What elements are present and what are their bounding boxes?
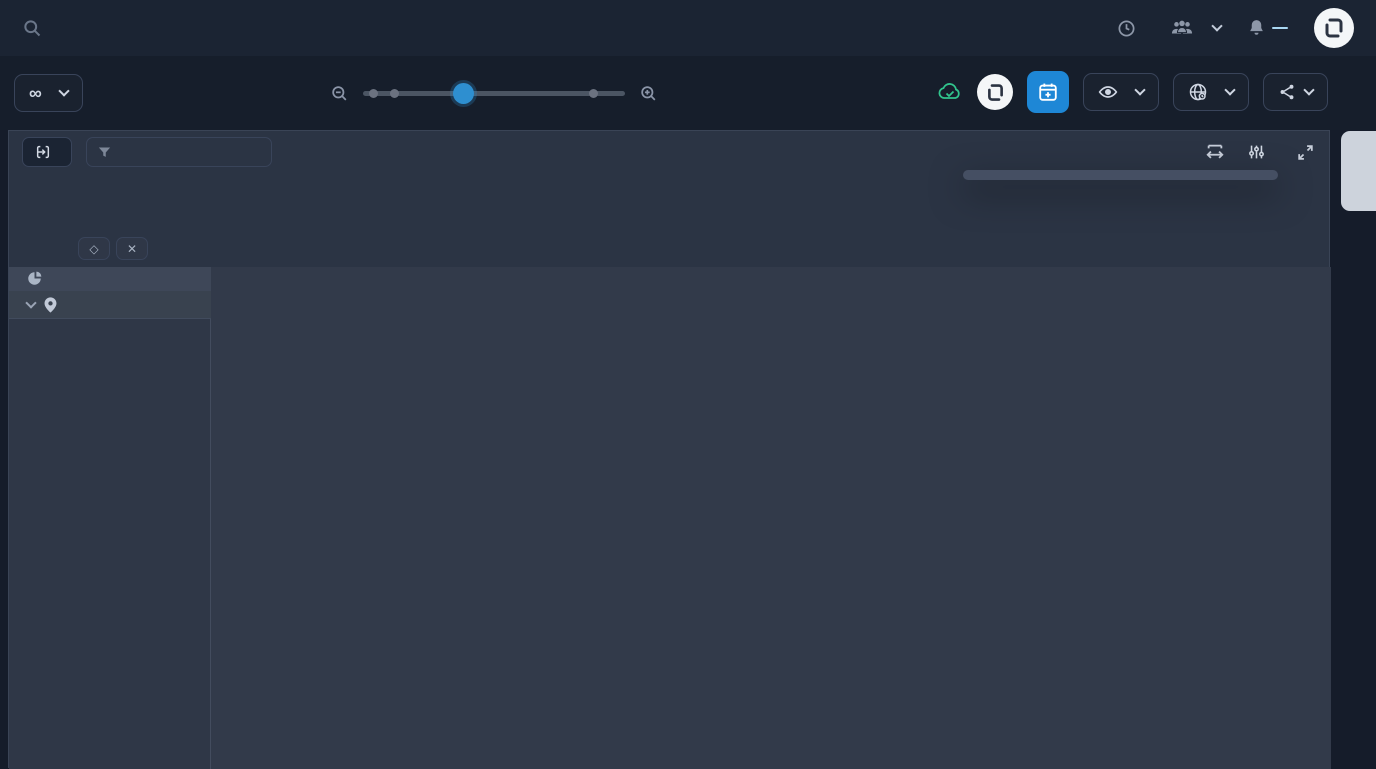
filter-input[interactable]	[121, 144, 251, 160]
notification-count-badge	[1272, 27, 1288, 29]
team-icon	[1171, 19, 1193, 37]
location-row[interactable]	[9, 291, 211, 319]
chevron-down-icon	[25, 297, 36, 308]
calendar-today-icon	[35, 144, 51, 160]
freispace-logo-icon	[985, 82, 1006, 103]
calendar-plus-icon	[1037, 81, 1059, 103]
sort-resources-button[interactable]: ◇	[78, 237, 110, 260]
global-search[interactable]	[22, 18, 502, 38]
funnel-icon	[97, 145, 112, 160]
zoom-in-icon[interactable]	[639, 84, 658, 103]
today-button[interactable]	[22, 137, 72, 167]
zoom-stop[interactable]	[369, 89, 378, 98]
zoom-slider[interactable]	[363, 91, 625, 96]
display-settings-button[interactable]	[1248, 143, 1274, 161]
top-bar	[0, 0, 1376, 56]
chevron-down-icon	[1134, 84, 1145, 95]
zoom-slider-thumb[interactable]	[453, 83, 474, 104]
filter-input-box[interactable]	[86, 137, 272, 167]
visibility-filter-dropdown[interactable]	[1083, 73, 1159, 111]
location-pin-icon	[44, 297, 57, 313]
search-input[interactable]	[52, 19, 472, 37]
cloud-sync-icon	[937, 81, 963, 103]
zoom-slider-zone	[330, 74, 660, 112]
chevron-down-icon	[58, 85, 69, 96]
notifications-button[interactable]	[1247, 18, 1288, 38]
fullscreen-icon[interactable]	[1296, 143, 1315, 162]
calendar-body	[9, 267, 1329, 769]
fit-width-icon[interactable]	[1204, 142, 1226, 162]
zoom-stop[interactable]	[589, 89, 598, 98]
clear-selection-button[interactable]: ✕	[116, 237, 148, 260]
sliders-icon	[1248, 143, 1265, 161]
company-selector[interactable]	[1171, 19, 1221, 37]
zoom-out-icon[interactable]	[330, 84, 349, 103]
search-icon	[22, 18, 42, 38]
schedule-grid[interactable]	[211, 267, 1331, 769]
date-header-days	[211, 173, 1331, 267]
eye-icon	[1098, 84, 1118, 100]
pie-chart-icon	[27, 271, 42, 286]
new-booking-button[interactable]	[1027, 71, 1069, 113]
clock-icon	[1117, 19, 1136, 38]
timeline-toolbar: ∞	[0, 56, 1376, 130]
display-settings-panel	[963, 170, 1278, 180]
chevron-down-icon	[1224, 84, 1235, 95]
bell-icon	[1247, 18, 1266, 38]
chevron-down-icon	[1303, 84, 1314, 95]
active-user-avatar[interactable]	[977, 74, 1013, 110]
calendar-toolbar	[9, 131, 1329, 173]
infinity-icon: ∞	[29, 88, 42, 98]
globe-clock-icon	[1188, 82, 1208, 102]
user-avatar[interactable]	[1314, 8, 1354, 48]
scheduler-region: ◇ ✕	[8, 130, 1330, 768]
freispace-logo-icon	[1322, 16, 1346, 40]
share-dropdown[interactable]	[1263, 73, 1328, 111]
chevron-down-icon	[1211, 20, 1222, 31]
resource-sidebar	[9, 267, 211, 769]
timeline-mode-dropdown[interactable]: ∞	[14, 74, 83, 112]
zoom-stop[interactable]	[390, 89, 399, 98]
utilisation-row	[9, 267, 211, 291]
timezone-dropdown[interactable]	[1173, 73, 1249, 111]
share-nodes-icon	[1278, 83, 1296, 101]
date-header: ◇ ✕	[9, 173, 1329, 267]
timer	[1117, 19, 1145, 38]
months-side-tab[interactable]	[1341, 131, 1376, 211]
